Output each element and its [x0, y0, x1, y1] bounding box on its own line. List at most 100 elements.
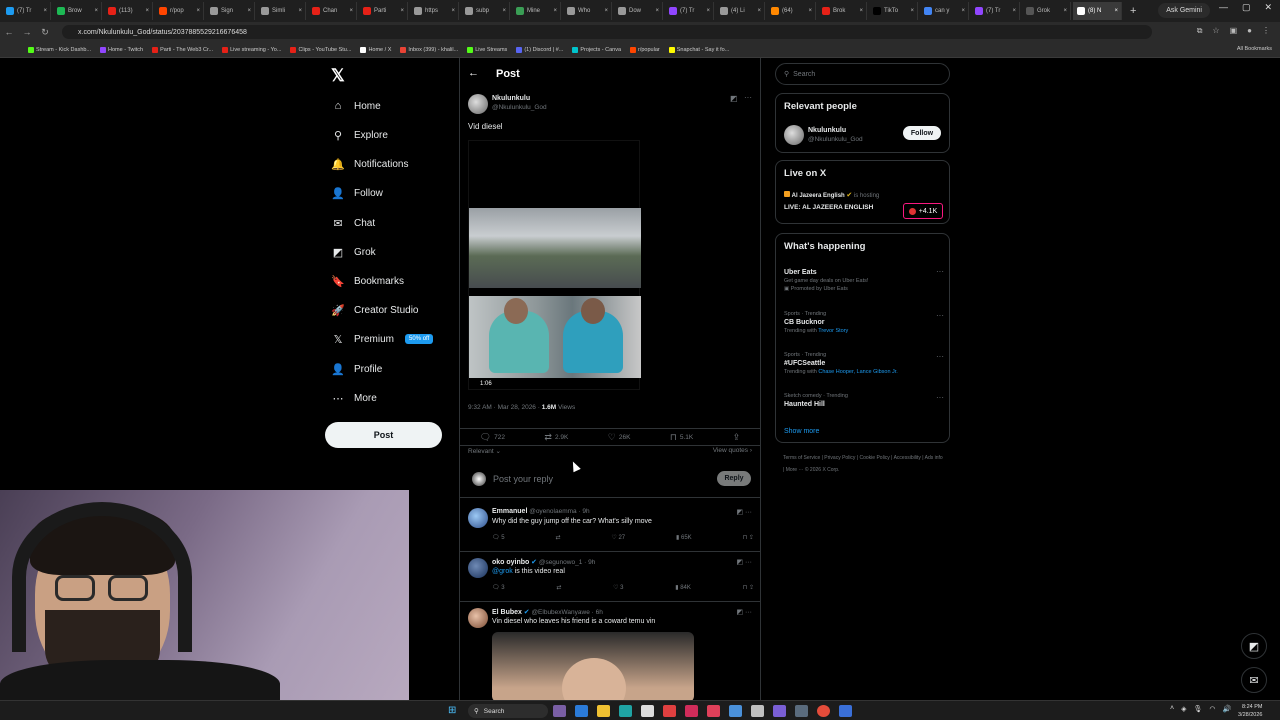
app-icon[interactable]: [575, 705, 588, 717]
reply-more-icon[interactable]: ◩ ···: [736, 608, 752, 616]
relevant-name[interactable]: Nkulunkulu: [808, 127, 863, 134]
browser-tab[interactable]: can y ×: [920, 2, 969, 20]
new-tab-button[interactable]: +: [1130, 5, 1136, 17]
video-player[interactable]: 1:06: [468, 140, 641, 390]
all-bookmarks-button[interactable]: All Bookmarks: [1237, 46, 1272, 52]
tab-close-icon[interactable]: ×: [94, 8, 98, 14]
minimize-icon[interactable]: —: [1219, 2, 1228, 13]
app-icon[interactable]: [729, 705, 742, 717]
relevant-avatar[interactable]: [784, 125, 804, 145]
close-icon[interactable]: ✕: [1264, 2, 1272, 13]
browser-tab[interactable]: Mine ×: [512, 2, 561, 20]
bookmark-item[interactable]: (1) Discord | #...: [516, 46, 563, 53]
nav-item-premium[interactable]: 𝕏 Premium 50% off: [331, 329, 434, 349]
tab-close-icon[interactable]: ×: [808, 8, 812, 14]
app-icon[interactable]: [773, 705, 786, 717]
reply-mention-link[interactable]: @grok: [492, 568, 513, 575]
browser-tab[interactable]: Who ×: [563, 2, 612, 20]
reply-like-action[interactable]: ♡ 27: [611, 534, 625, 541]
browser-tab[interactable]: https ×: [410, 2, 459, 20]
live-listener-count[interactable]: +4.1K: [903, 203, 943, 219]
trend-more-icon[interactable]: ···: [936, 267, 944, 276]
back-arrow-icon[interactable]: ←: [468, 67, 479, 79]
bookmark-item[interactable]: Stream - Kick Dashb...: [28, 46, 91, 53]
trend-more-icon[interactable]: ···: [936, 352, 944, 361]
folder-icon[interactable]: [597, 705, 610, 717]
reply-handle[interactable]: @ElbubexWanyawe · 6h: [531, 609, 602, 616]
star-icon[interactable]: ☆: [1212, 26, 1219, 36]
messages-float-button[interactable]: ✉: [1241, 667, 1267, 693]
bookmark-item[interactable]: Live Streams: [467, 46, 507, 53]
app-icon[interactable]: [663, 705, 676, 717]
browser-tab[interactable]: Simli ×: [257, 2, 306, 20]
browser-tab[interactable]: r/pop ×: [155, 2, 204, 20]
reply-name[interactable]: oko oyinbo: [492, 559, 529, 566]
reply-reply-action[interactable]: 🗨 3: [492, 584, 505, 591]
forward-arrow-icon[interactable]: →: [18, 27, 36, 37]
tab-close-icon[interactable]: ×: [451, 8, 455, 14]
reply-button[interactable]: Reply: [717, 471, 751, 486]
sidebar-footer[interactable]: Terms of Service | Privacy Policy | Cook…: [783, 452, 943, 476]
follow-button[interactable]: Follow: [903, 126, 941, 140]
volume-icon[interactable]: 🔊: [1222, 705, 1231, 713]
tab-close-icon[interactable]: ×: [1063, 8, 1067, 14]
app-icon[interactable]: [685, 705, 698, 717]
nav-item-explore[interactable]: ⚲ Explore: [331, 125, 388, 145]
browser-tab[interactable]: (7) Tr ×: [2, 2, 51, 20]
install-icon[interactable]: ⧉: [1197, 26, 1203, 36]
tab-close-icon[interactable]: ×: [502, 8, 506, 14]
tab-close-icon[interactable]: ×: [400, 8, 404, 14]
profile-avatar-icon[interactable]: ●: [1247, 26, 1252, 36]
reply-repost-action[interactable]: ⇄: [556, 584, 561, 591]
tab-close-icon[interactable]: ×: [655, 8, 659, 14]
app-icon[interactable]: [751, 705, 764, 717]
nav-item-follow[interactable]: 👤 Follow: [331, 183, 383, 203]
tab-close-icon[interactable]: ×: [1114, 8, 1118, 14]
nav-item-more[interactable]: ⋯ More: [331, 388, 377, 408]
reload-icon[interactable]: ↻: [36, 27, 54, 38]
browser-tab[interactable]: Sign ×: [206, 2, 255, 20]
tab-close-icon[interactable]: ×: [247, 8, 251, 14]
reply-name[interactable]: El Bubex: [492, 609, 522, 616]
trend-item[interactable]: Sports · Trending CB Bucknor Trending wi…: [784, 311, 944, 334]
tab-close-icon[interactable]: ×: [43, 8, 47, 14]
tab-close-icon[interactable]: ×: [196, 8, 200, 14]
trend-link[interactable]: Trevor Story: [818, 328, 848, 334]
relevant-handle[interactable]: @Nkulunkulu_God: [808, 136, 863, 143]
tab-close-icon[interactable]: ×: [910, 8, 914, 14]
taskbar-search[interactable]: ⚲ Search: [468, 704, 548, 718]
author-avatar[interactable]: [468, 94, 488, 114]
bookmark-item[interactable]: Snapchat - Say it fo...: [668, 46, 729, 53]
bookmark-item[interactable]: Clips - YouTube Stu...: [290, 46, 351, 53]
mic-icon[interactable]: 🎙: [1193, 705, 1202, 713]
browser-tab[interactable]: Brok ×: [818, 2, 867, 20]
windows-start-icon[interactable]: ⊞: [448, 705, 459, 716]
nav-item-profile[interactable]: 👤 Profile: [331, 359, 382, 379]
app-icon[interactable]: [795, 705, 808, 717]
more-icon[interactable]: ···: [744, 93, 752, 102]
reply-item[interactable]: El Bubex ✔ @ElbubexWanyawe · 6h ◩ ··· Vi…: [460, 604, 760, 704]
bookmark-item[interactable]: Projects - Canva: [572, 46, 621, 53]
wifi-icon[interactable]: ◠: [1209, 705, 1215, 713]
browser-tab[interactable]: (8) N ×: [1073, 2, 1122, 20]
tab-close-icon[interactable]: ×: [298, 8, 302, 14]
repost-action[interactable]: ⇄ 2.9K: [544, 432, 568, 443]
x-logo-icon[interactable]: 𝕏: [331, 66, 345, 86]
edge-icon[interactable]: [619, 705, 632, 717]
reply-name[interactable]: Emmanuel: [492, 508, 527, 515]
reply-item[interactable]: oko oyinbo ✔ @segunowo_1 · 9h ◩ ··· @gro…: [460, 554, 760, 602]
browser-tab[interactable]: subp ×: [461, 2, 510, 20]
tab-close-icon[interactable]: ×: [706, 8, 710, 14]
tab-close-icon[interactable]: ×: [859, 8, 863, 14]
reply-action[interactable]: 🗨 722: [480, 432, 505, 443]
sidepanel-icon[interactable]: ▣: [1230, 26, 1238, 36]
browser-tab[interactable]: Parti ×: [359, 2, 408, 20]
author-handle[interactable]: @Nkulunkulu_God: [492, 104, 547, 111]
reply-repost-action[interactable]: ⇄: [556, 534, 561, 541]
author-name[interactable]: Nkulunkulu: [492, 95, 547, 102]
back-arrow-icon[interactable]: ←: [0, 27, 18, 37]
browser-tab[interactable]: (4) Li ×: [716, 2, 765, 20]
app-icon[interactable]: [707, 705, 720, 717]
share-action[interactable]: ⇪: [733, 432, 741, 443]
browser-tab[interactable]: Grok ×: [1022, 2, 1071, 20]
